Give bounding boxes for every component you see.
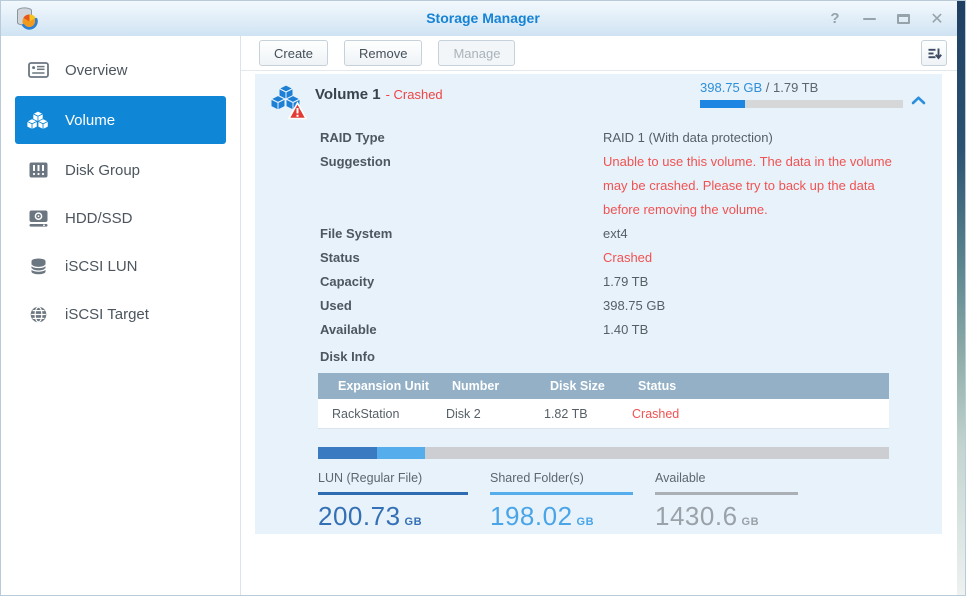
sidebar-item-iscsi-target[interactable]: iSCSI Target xyxy=(1,290,240,338)
detail-row-capacity: Capacity 1.79 TB xyxy=(320,270,942,294)
stat-shared-value: 198.02GB xyxy=(490,501,633,532)
segment-shared-folders xyxy=(377,447,425,459)
sidebar-item-iscsi-lun[interactable]: iSCSI LUN xyxy=(1,242,240,290)
stat-lun: LUN (Regular File) 200.73GB xyxy=(318,471,468,532)
disk-table-row[interactable]: RackStation Disk 2 1.82 TB Crashed xyxy=(318,399,889,429)
cell-expansion-unit: RackStation xyxy=(332,407,446,421)
usage-stats: LUN (Regular File) 200.73GB Shared Folde… xyxy=(318,471,942,532)
hdd-ssd-icon xyxy=(27,210,49,227)
sidebar-item-label: Disk Group xyxy=(65,162,140,179)
disk-info-title: Disk Info xyxy=(320,349,942,368)
usage-breakdown-bar xyxy=(318,447,889,459)
disk-info-table: Expansion Unit Number Disk Size Status R… xyxy=(318,373,889,429)
cell-disk-size: 1.82 TB xyxy=(544,407,632,421)
close-icon[interactable]: ✕ xyxy=(927,9,947,29)
chevron-up-icon[interactable] xyxy=(911,92,926,110)
col-expansion-unit: Expansion Unit xyxy=(338,379,452,393)
desktop-edge xyxy=(957,1,965,595)
volume-icon xyxy=(27,110,49,131)
window-title: Storage Manager xyxy=(1,10,965,26)
detail-row-suggestion: Suggestion Unable to use this volume. Th… xyxy=(320,150,942,222)
manage-button[interactable]: Manage xyxy=(438,40,515,66)
volume-card: Volume 1 - Crashed 398.75 GB / 1.79 TB xyxy=(255,74,942,534)
stat-lun-value: 200.73GB xyxy=(318,501,468,532)
maximize-icon[interactable] xyxy=(893,9,913,29)
sidebar-item-overview[interactable]: Overview xyxy=(1,46,240,94)
sidebar-item-volume[interactable]: Volume xyxy=(15,96,226,144)
help-icon[interactable]: ? xyxy=(825,9,845,29)
detail-row-file-system: File System ext4 xyxy=(320,222,942,246)
iscsi-target-icon xyxy=(27,306,49,323)
disk-group-icon xyxy=(27,162,49,178)
col-status: Status xyxy=(638,379,889,393)
sidebar-item-label: iSCSI Target xyxy=(65,306,149,323)
remove-button[interactable]: Remove xyxy=(344,40,422,66)
sidebar-item-label: Volume xyxy=(65,112,115,129)
create-button[interactable]: Create xyxy=(259,40,328,66)
stat-available-label: Available xyxy=(655,471,798,489)
usage-progress-fill xyxy=(700,100,745,108)
volume-title: Volume 1 - Crashed xyxy=(315,86,443,103)
stat-available-value: 1430.6GB xyxy=(655,501,798,532)
stat-lun-rule xyxy=(318,492,468,495)
collapse-all-icon xyxy=(927,46,942,61)
sidebar-item-label: Overview xyxy=(65,62,128,79)
overview-icon xyxy=(27,62,49,78)
volume-usage: 398.75 GB / 1.79 TB xyxy=(700,80,905,108)
cell-number: Disk 2 xyxy=(446,407,544,421)
volume-card-header[interactable]: Volume 1 - Crashed 398.75 GB / 1.79 TB xyxy=(255,74,942,126)
cell-status: Crashed xyxy=(632,407,889,421)
usage-used: 398.75 GB xyxy=(700,80,762,95)
titlebar: Storage Manager ? ✕ xyxy=(1,1,965,36)
main-content: Create Remove Manage xyxy=(241,36,965,596)
volume-crashed-icon xyxy=(270,83,308,126)
segment-lun xyxy=(318,447,377,459)
usage-text: 398.75 GB / 1.79 TB xyxy=(700,80,905,95)
detail-row-raid-type: RAID Type RAID 1 (With data protection) xyxy=(320,126,942,150)
usage-progress-bar xyxy=(700,100,903,108)
sidebar-item-disk-group[interactable]: Disk Group xyxy=(1,146,240,194)
detail-row-used: Used 398.75 GB xyxy=(320,294,942,318)
stat-shared-folders: Shared Folder(s) 198.02GB xyxy=(490,471,633,532)
toolbar: Create Remove Manage xyxy=(241,36,965,71)
stat-available-rule xyxy=(655,492,798,495)
window-controls: ? ✕ xyxy=(825,1,947,36)
sidebar-item-label: HDD/SSD xyxy=(65,210,133,227)
col-number: Number xyxy=(452,379,550,393)
minimize-icon[interactable] xyxy=(859,9,879,29)
usage-total: / 1.79 TB xyxy=(762,80,818,95)
volume-status-suffix: - Crashed xyxy=(386,87,443,102)
sidebar: Overview Volume xyxy=(1,36,241,596)
stat-shared-rule xyxy=(490,492,633,495)
detail-row-available: Available 1.40 TB xyxy=(320,318,942,342)
detail-row-status: Status Crashed xyxy=(320,246,942,270)
collapse-all-button[interactable] xyxy=(921,40,947,66)
volume-details: RAID Type RAID 1 (With data protection) … xyxy=(320,126,942,342)
sidebar-item-hdd-ssd[interactable]: HDD/SSD xyxy=(1,194,240,242)
stat-lun-label: LUN (Regular File) xyxy=(318,471,468,489)
stat-shared-label: Shared Folder(s) xyxy=(490,471,633,489)
col-disk-size: Disk Size xyxy=(550,379,638,393)
storage-manager-window: Storage Manager ? ✕ Overvie xyxy=(0,0,966,596)
stat-available: Available 1430.6GB xyxy=(655,471,798,532)
iscsi-lun-icon xyxy=(27,258,49,275)
sidebar-item-label: iSCSI LUN xyxy=(65,258,138,275)
disk-table-header: Expansion Unit Number Disk Size Status xyxy=(318,373,889,399)
volume-name: Volume 1 xyxy=(315,86,381,103)
